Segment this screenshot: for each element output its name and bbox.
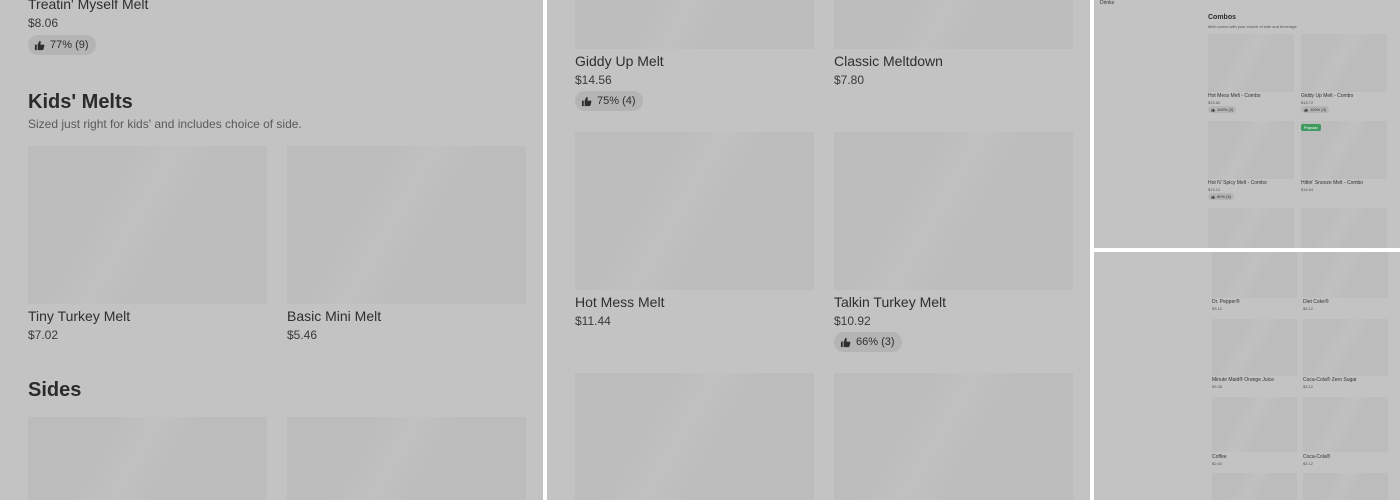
item-price: $7.02 xyxy=(28,328,59,342)
item-name[interactable]: Coffee xyxy=(1212,454,1227,460)
item-name[interactable]: Talkin Turkey Melt xyxy=(834,294,946,310)
menu-panel-combos: Drinks Combos Melt comes with your choic… xyxy=(1094,0,1400,248)
item-name[interactable]: Basic Mini Melt xyxy=(287,308,381,324)
item-image[interactable] xyxy=(1303,252,1388,298)
rating-badge: 66% (3) xyxy=(834,332,902,352)
item-name[interactable]: Dr. Pepper® xyxy=(1212,299,1240,305)
rating-badge: 77% (9) xyxy=(28,35,96,55)
item-image[interactable] xyxy=(834,132,1073,290)
section-subtitle: Melt comes with your choice of side and … xyxy=(1208,24,1297,29)
item-image[interactable] xyxy=(575,132,814,290)
item-price: $7.80 xyxy=(834,73,865,87)
item-price: $18.72 xyxy=(1301,100,1314,105)
rating-badge: 75% (4) xyxy=(575,91,643,111)
rating-badge: 100% (3) xyxy=(1301,106,1330,113)
item-price: $2.60 xyxy=(1212,461,1223,466)
item-image[interactable] xyxy=(1303,397,1388,452)
item-image[interactable] xyxy=(834,0,1073,49)
section-title-combos: Combos xyxy=(1208,14,1236,21)
rating-text: 66% (3) xyxy=(856,336,895,348)
item-image[interactable] xyxy=(287,417,526,500)
item-name[interactable]: Giddy Up Melt - Combo xyxy=(1301,93,1353,99)
item-name[interactable]: Minute Maid® Orange Juice xyxy=(1212,377,1274,383)
item-image[interactable] xyxy=(28,417,267,500)
item-image[interactable] xyxy=(1212,252,1297,298)
item-price: $3.12 xyxy=(1303,306,1314,311)
item-name[interactable]: Classic Meltdown xyxy=(834,53,943,69)
item-image[interactable] xyxy=(1212,473,1297,500)
rating-text: 100% (3) xyxy=(1310,107,1327,112)
item-image[interactable] xyxy=(1208,121,1294,179)
rating-text: 100% (3) xyxy=(1217,107,1234,112)
item-image[interactable] xyxy=(834,373,1073,500)
item-image[interactable] xyxy=(1301,34,1387,92)
menu-panel-kids-melts: Treatin' Myself Melt $8.06 77% (9) Kids'… xyxy=(0,0,543,500)
item-price: $10.92 xyxy=(834,314,871,328)
item-image[interactable] xyxy=(1208,34,1294,92)
item-image[interactable] xyxy=(1303,473,1388,500)
item-price: $5.46 xyxy=(287,328,318,342)
item-image[interactable] xyxy=(1212,397,1297,452)
item-price: $14.56 xyxy=(575,73,612,87)
item-price: $11.44 xyxy=(575,314,611,328)
rating-text: 75% (4) xyxy=(597,95,636,107)
item-price: $8.06 xyxy=(28,16,59,30)
item-image[interactable] xyxy=(575,0,814,49)
thumbs-up-icon xyxy=(581,96,592,106)
item-name[interactable]: Giddy Up Melt xyxy=(575,53,664,69)
menu-panel-drinks: Dr. Pepper® $3.12 Diet Coke® $3.12 Minut… xyxy=(1094,252,1400,500)
item-name[interactable]: Hot N' Spicy Melt - Combo xyxy=(1208,180,1267,186)
section-subtitle: Sized just right for kids' and includes … xyxy=(28,117,302,131)
item-price: $15.12 xyxy=(1208,187,1221,192)
thumbs-up-icon xyxy=(1211,107,1215,112)
item-name[interactable]: Hot Mess Melt - Combo xyxy=(1208,93,1261,99)
item-price: $3.12 xyxy=(1303,384,1314,389)
section-title-kids-melts: Kids' Melts xyxy=(28,91,133,113)
item-price: $16.64 xyxy=(1301,187,1314,192)
thumbs-up-icon xyxy=(840,337,851,347)
thumbs-up-icon xyxy=(34,40,45,50)
sidebar-item-drinks[interactable]: Drinks xyxy=(1100,0,1114,6)
section-title-sides: Sides xyxy=(28,379,82,401)
item-price: $3.38 xyxy=(1212,384,1223,389)
item-name[interactable]: Hot Mess Melt xyxy=(575,294,664,310)
item-image[interactable] xyxy=(1301,208,1387,248)
item-image[interactable] xyxy=(287,146,526,304)
item-image[interactable] xyxy=(575,373,814,500)
item-image[interactable] xyxy=(28,146,267,304)
item-name[interactable]: Hittin' Snooze Melt - Combo xyxy=(1301,180,1363,186)
rating-badge: 100% (3) xyxy=(1208,106,1237,113)
item-image[interactable] xyxy=(1303,319,1388,376)
thumbs-up-icon xyxy=(1304,107,1308,112)
item-image[interactable] xyxy=(1208,208,1294,248)
item-image[interactable] xyxy=(1212,319,1297,376)
rating-text: 77% (9) xyxy=(50,39,89,51)
rating-text: 80% (5) xyxy=(1217,194,1232,199)
item-price: $3.12 xyxy=(1303,461,1314,466)
item-name[interactable]: Treatin' Myself Melt xyxy=(28,0,148,12)
item-name[interactable]: Diet Coke® xyxy=(1303,299,1329,305)
popular-badge: Popular xyxy=(1301,124,1321,131)
menu-panel-melts: Giddy Up Melt $14.56 75% (4) Classic Mel… xyxy=(547,0,1090,500)
item-name[interactable]: Tiny Turkey Melt xyxy=(28,308,130,324)
item-price: $15.60 xyxy=(1208,100,1221,105)
item-name[interactable]: Coca-Cola® xyxy=(1303,454,1330,460)
item-price: $3.12 xyxy=(1212,306,1223,311)
item-name[interactable]: Coca-Cola® Zero Sugar xyxy=(1303,377,1357,383)
rating-badge: 80% (5) xyxy=(1208,193,1235,200)
thumbs-up-icon xyxy=(1211,194,1215,199)
